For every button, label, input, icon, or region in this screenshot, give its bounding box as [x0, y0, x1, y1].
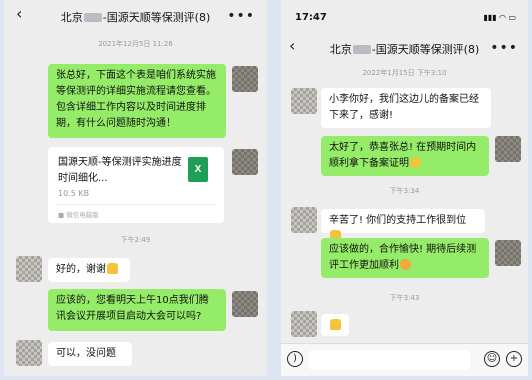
avatar-self[interactable]	[495, 136, 521, 162]
timestamp: 下午3:34	[389, 187, 420, 195]
battery-icon: ▭	[508, 13, 516, 22]
avatar-contact[interactable]	[291, 88, 317, 114]
timestamp: 2022年1月15日 下午3:10	[362, 69, 447, 77]
chat-title-suffix: -国源天顺等保测评(8)	[102, 11, 211, 24]
timestamp: 2021年12月5日 11:26	[98, 40, 173, 48]
message-bubble-sent[interactable]: 应该的，您看明天上午10点我们腾讯会议开展项目启动大会可以吗?	[48, 289, 226, 331]
thumbs-up-icon	[107, 263, 118, 274]
message-bubble-received[interactable]	[321, 314, 349, 336]
chat-screen-left: ‹ 北京 -国源天顺等保测评(8) ••• 2021年12月5日 11:26 张总…	[4, 0, 267, 376]
message-bubble-received[interactable]: 好的，谢谢	[48, 258, 130, 282]
file-source-label: 微信电脑版	[66, 211, 99, 219]
message-bubble-sent[interactable]: 应该做的，合作愉快! 期待后续测评工作更加顺利	[321, 238, 489, 278]
divider	[56, 204, 216, 205]
avatar-self[interactable]	[232, 66, 258, 92]
grin-emoji-icon	[410, 157, 421, 168]
message-bubble-sent[interactable]: 太好了，恭喜张总! 在预期时间内顺利拿下备案证明	[321, 136, 489, 176]
chat-title-suffix: -国源天顺等保测评(8)	[371, 43, 480, 56]
more-options-icon[interactable]: •••	[227, 8, 255, 24]
message-bubble-received[interactable]: 小李你好，我们这边儿的备案已经下来了，感谢!	[321, 88, 491, 128]
file-title: 国源天顺-等保测评实施进度时间细化...	[58, 157, 182, 184]
message-bubble-received[interactable]: 辛苦了! 你们的支持工作很到位	[321, 209, 485, 241]
avatar-contact[interactable]	[16, 256, 42, 282]
avatar-contact[interactable]	[291, 311, 317, 337]
message-bubble-received[interactable]: 可以，没问题	[48, 342, 132, 366]
chat-title-prefix: 北京	[329, 43, 352, 56]
redacted-mark	[83, 13, 102, 22]
message-input[interactable]	[309, 350, 470, 370]
status-icons: ▮▮▮ ◠ ▭	[483, 13, 516, 22]
avatar-contact[interactable]	[16, 340, 42, 366]
avatar-self[interactable]	[232, 291, 258, 317]
avatar-contact[interactable]	[291, 207, 317, 233]
file-source: ■ 微信电脑版	[58, 211, 99, 219]
excel-file-icon: X	[188, 157, 208, 182]
more-options-icon[interactable]: •••	[490, 40, 518, 56]
chat-title-prefix: 北京	[60, 11, 83, 24]
avatar-self[interactable]	[495, 240, 521, 266]
timestamp: 下午2:49	[120, 236, 151, 244]
message-text: 好的，谢谢	[56, 264, 106, 275]
timestamp: 下午3:43	[389, 294, 420, 302]
message-text: 太好了，恭喜张总! 在预期时间内顺利拿下备案证明	[329, 142, 477, 169]
redacted-mark	[352, 45, 371, 54]
message-bubble-sent[interactable]: 张总好，下面这个表是咱们系统实施等保测评的详细实施流程请您查看。包含详细工作内容…	[48, 64, 226, 138]
chat-screen-right: 17:47 ▮▮▮ ◠ ▭ ‹ 北京 -国源天顺等保测评(8) ••• 2022年…	[281, 0, 528, 376]
status-time: 17:47	[295, 12, 327, 23]
avatar-self[interactable]	[232, 149, 258, 175]
signal-icon: ▮▮▮	[483, 13, 497, 22]
thumbs-up-icon	[330, 319, 341, 330]
emoji-icon[interactable]: ☺	[484, 351, 500, 367]
plus-icon[interactable]: +	[506, 351, 522, 367]
file-size: 10.5 KB	[58, 189, 90, 198]
wifi-icon: ◠	[499, 13, 506, 22]
input-bar: ) ☺ +	[281, 343, 528, 376]
voice-icon[interactable]: )	[287, 351, 303, 367]
smile-emoji-icon	[400, 259, 411, 270]
file-message-card[interactable]: 国源天顺-等保测评实施进度时间细化... X 10.5 KB ■ 微信电脑版	[48, 147, 224, 223]
message-text: 辛苦了! 你们的支持工作很到位	[329, 215, 467, 226]
